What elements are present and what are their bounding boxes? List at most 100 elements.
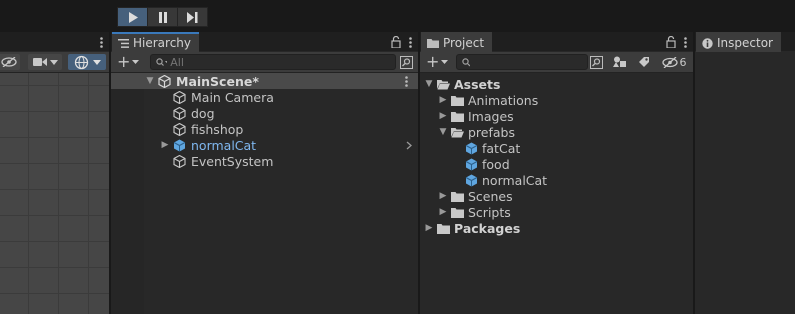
hierarchy-panel: Hierarchy + ▼ MainScene* Main Camera dog <box>111 32 418 314</box>
hierarchy-item-label: EventSystem <box>191 153 274 169</box>
tree-item-prefabs[interactable]: ▼ prefabs <box>420 124 693 140</box>
expand-arrow-icon[interactable]: ▼ <box>437 127 449 137</box>
unity-scene-icon <box>158 74 171 88</box>
scene-header-row[interactable]: ▼ MainScene* <box>111 73 418 89</box>
expand-arrow-icon[interactable]: ▶ <box>437 95 449 105</box>
project-tab-label: Project <box>443 36 485 50</box>
kebab-menu-icon[interactable] <box>409 36 412 48</box>
folder-icon <box>451 207 464 218</box>
search-by-scene-button[interactable] <box>588 54 605 70</box>
kebab-menu-icon[interactable] <box>100 36 103 48</box>
prefab-cube-icon <box>173 139 186 151</box>
gameobject-cube-icon <box>173 154 186 168</box>
folder-icon <box>427 39 439 48</box>
tree-item-scripts[interactable]: ▶ Scripts <box>420 204 693 220</box>
search-options-button[interactable] <box>398 54 415 70</box>
tab-hierarchy[interactable]: Hierarchy <box>112 32 200 52</box>
project-search-input[interactable] <box>473 55 587 69</box>
folder-icon <box>451 191 464 202</box>
project-tabbar: Project <box>420 32 693 52</box>
hierarchy-item-fishshop[interactable]: fishshop <box>111 121 418 137</box>
scene-grid[interactable] <box>0 73 109 314</box>
expand-arrow-icon[interactable]: ▶ <box>423 223 435 233</box>
expand-arrow-icon[interactable]: ▶ <box>437 207 449 217</box>
tree-item-label: Animations <box>468 92 539 108</box>
tree-item-label: Scenes <box>468 188 513 204</box>
gameobject-cube-icon <box>173 122 186 136</box>
tree-item-animations[interactable]: ▶ Animations <box>420 92 693 108</box>
gizmos-dropdown[interactable] <box>68 54 106 70</box>
expand-arrow-icon[interactable]: ▶ <box>159 140 171 150</box>
project-search[interactable] <box>456 54 588 70</box>
pause-icon <box>158 11 167 23</box>
create-asset-button[interactable]: + <box>426 53 449 71</box>
gameobject-cube-icon <box>173 106 186 120</box>
hidden-packages-toggle[interactable]: 6 <box>658 54 690 70</box>
hierarchy-item-main-camera[interactable]: Main Camera <box>111 89 418 105</box>
step-button[interactable] <box>177 7 208 27</box>
visibility-toggle[interactable] <box>0 54 20 70</box>
tree-item-scenes[interactable]: ▶ Scenes <box>420 188 693 204</box>
tab-project[interactable]: Project <box>421 32 493 52</box>
filter-type-icon <box>613 56 626 67</box>
chevron-down-icon <box>92 59 101 65</box>
chevron-down-icon <box>441 60 449 64</box>
gizmo-globe-icon <box>74 55 88 69</box>
expand-arrow-icon[interactable]: ▼ <box>423 79 435 89</box>
tree-item-food[interactable]: food <box>420 156 693 172</box>
prefab-cube-icon <box>465 174 478 186</box>
tree-item-label: Packages <box>454 220 521 236</box>
filter-by-label-button[interactable] <box>635 54 652 70</box>
lock-icon[interactable] <box>391 36 401 48</box>
hierarchy-list-icon <box>118 38 129 48</box>
hierarchy-item-eventsystem[interactable]: EventSystem <box>111 153 418 169</box>
filter-by-type-button[interactable] <box>611 54 628 70</box>
hierarchy-tabbar: Hierarchy <box>111 32 418 52</box>
scene-view-panel <box>0 32 109 314</box>
tree-item-label: prefabs <box>468 124 515 140</box>
tree-item-normalcat[interactable]: normalCat <box>420 172 693 188</box>
tree-item-assets[interactable]: ▼ Assets <box>420 76 693 92</box>
create-button[interactable]: + <box>117 53 140 71</box>
expand-arrow-icon[interactable]: ▶ <box>437 111 449 121</box>
hierarchy-item-label: dog <box>191 105 215 121</box>
kebab-menu-icon[interactable] <box>405 75 408 87</box>
tree-item-label: Assets <box>454 76 501 92</box>
expand-arrow-icon[interactable]: ▶ <box>437 191 449 201</box>
tree-item-label: Scripts <box>468 204 511 220</box>
hierarchy-tab-label: Hierarchy <box>133 36 192 50</box>
hierarchy-search-input[interactable] <box>170 55 395 69</box>
chevron-down-icon <box>49 59 58 65</box>
hierarchy-item-label: normalCat <box>191 137 257 153</box>
search-icon <box>462 57 471 66</box>
inspector-tabbar: Inspector <box>695 32 795 52</box>
play-button[interactable] <box>117 7 148 27</box>
chevron-right-icon[interactable] <box>406 141 412 150</box>
tab-inspector[interactable]: Inspector <box>696 32 781 52</box>
project-toolbar: + 6 <box>420 52 693 73</box>
folder-open-icon <box>437 79 450 89</box>
camera-dropdown[interactable] <box>28 54 62 70</box>
tree-item-packages[interactable]: ▶ Packages <box>420 220 693 236</box>
tree-item-label: food <box>482 156 510 172</box>
tag-icon <box>638 57 649 67</box>
info-icon <box>702 37 713 49</box>
hierarchy-search[interactable] <box>150 54 396 70</box>
hierarchy-item-normalcat[interactable]: ▶ normalCat <box>111 137 418 153</box>
prefab-cube-icon <box>465 158 478 170</box>
scene-toolbar <box>0 52 109 73</box>
inspector-tab-label: Inspector <box>717 36 773 50</box>
playmode-controls <box>117 7 208 27</box>
expand-arrow-icon[interactable]: ▼ <box>144 76 156 86</box>
scene-tabbar <box>0 32 109 51</box>
pause-button[interactable] <box>147 7 178 27</box>
hidden-eye-icon <box>1 57 17 67</box>
scene-search-icon <box>400 55 413 69</box>
lock-icon[interactable] <box>666 36 676 48</box>
tree-item-fatcat[interactable]: fatCat <box>420 140 693 156</box>
folder-icon <box>451 95 464 106</box>
kebab-menu-icon[interactable] <box>684 36 687 48</box>
hierarchy-item-dog[interactable]: dog <box>111 105 418 121</box>
chevron-down-icon <box>132 60 140 64</box>
tree-item-images[interactable]: ▶ Images <box>420 108 693 124</box>
